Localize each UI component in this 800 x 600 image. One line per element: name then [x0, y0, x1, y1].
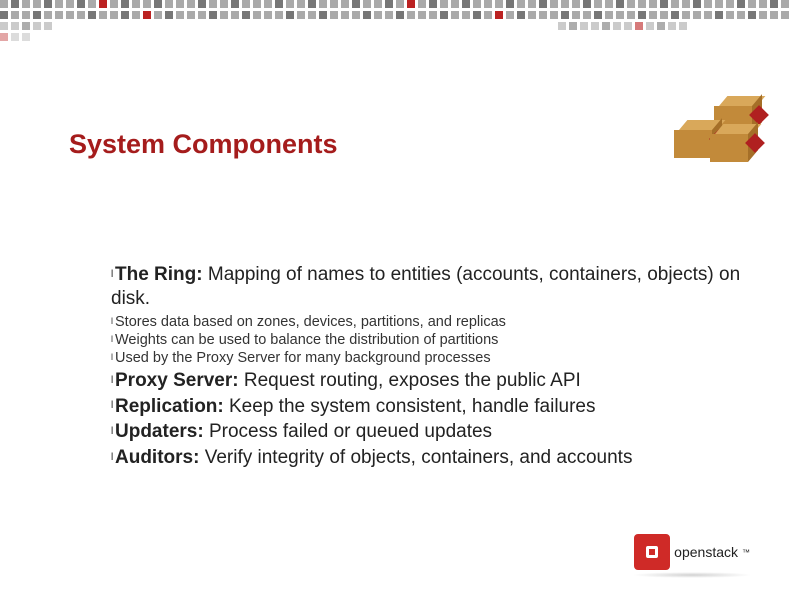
ring-sub-2: lWeights can be used to balance the dist… [111, 331, 751, 349]
proxy-lead: Proxy Server: [115, 370, 239, 391]
ring-sub-3: lUsed by the Proxy Server for many backg… [111, 349, 751, 367]
trademark-symbol: ™ [742, 548, 750, 557]
updaters-text: Process failed or queued updates [204, 421, 492, 442]
replication-text: Keep the system consistent, handle failu… [224, 396, 596, 417]
file-boxes-icon [670, 96, 760, 166]
component-auditors: lAuditors: Verify integrity of objects, … [111, 446, 751, 470]
updaters-lead: Updaters: [115, 421, 204, 442]
ring-lead: The Ring: [115, 264, 203, 285]
openstack-logo: openstack ™ [634, 534, 750, 570]
openstack-logo-icon [634, 534, 670, 570]
slide: System Components lThe Ring: Mapping of … [0, 0, 800, 600]
proxy-text: Request routing, exposes the public API [239, 370, 581, 391]
ring-text: Mapping of names to entities (accounts, … [111, 264, 740, 309]
component-proxy: lProxy Server: Request routing, exposes … [111, 369, 751, 393]
auditors-text: Verify integrity of objects, containers,… [199, 447, 632, 468]
component-ring: lThe Ring: Mapping of names to entities … [111, 263, 751, 311]
component-replication: lReplication: Keep the system consistent… [111, 395, 751, 419]
openstack-logo-text: openstack [674, 544, 738, 560]
content-body: lThe Ring: Mapping of names to entities … [111, 263, 751, 472]
auditors-lead: Auditors: [115, 447, 199, 468]
replication-lead: Replication: [115, 396, 224, 417]
slide-title: System Components [69, 129, 338, 160]
header-pattern [0, 0, 800, 40]
ring-sub-1: lStores data based on zones, devices, pa… [111, 313, 751, 331]
component-updaters: lUpdaters: Process failed or queued upda… [111, 420, 751, 444]
logo-shadow [632, 572, 752, 578]
